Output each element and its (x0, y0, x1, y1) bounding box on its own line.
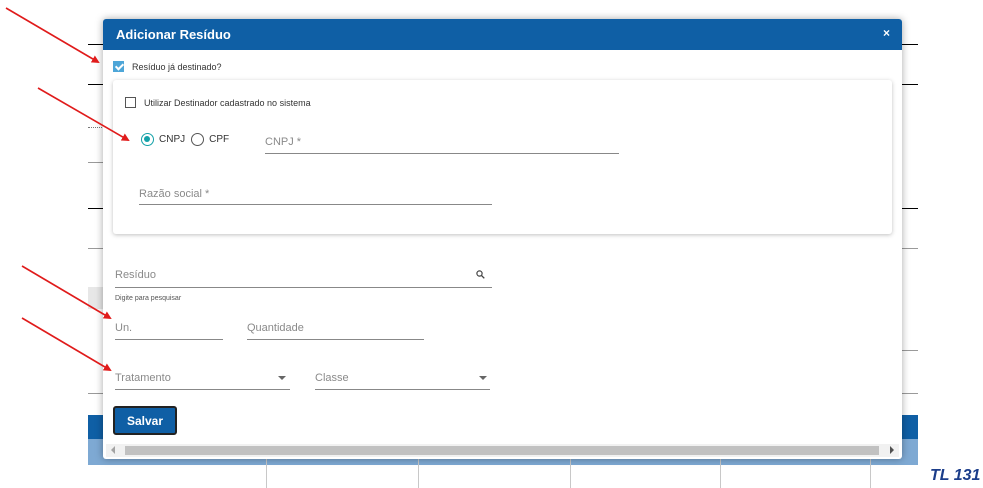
annotation-arrows (5, 7, 130, 372)
arrow-icon (21, 317, 112, 372)
arrow-icon (21, 265, 112, 320)
arrow-icon (5, 7, 100, 64)
arrow-icon (37, 87, 130, 142)
